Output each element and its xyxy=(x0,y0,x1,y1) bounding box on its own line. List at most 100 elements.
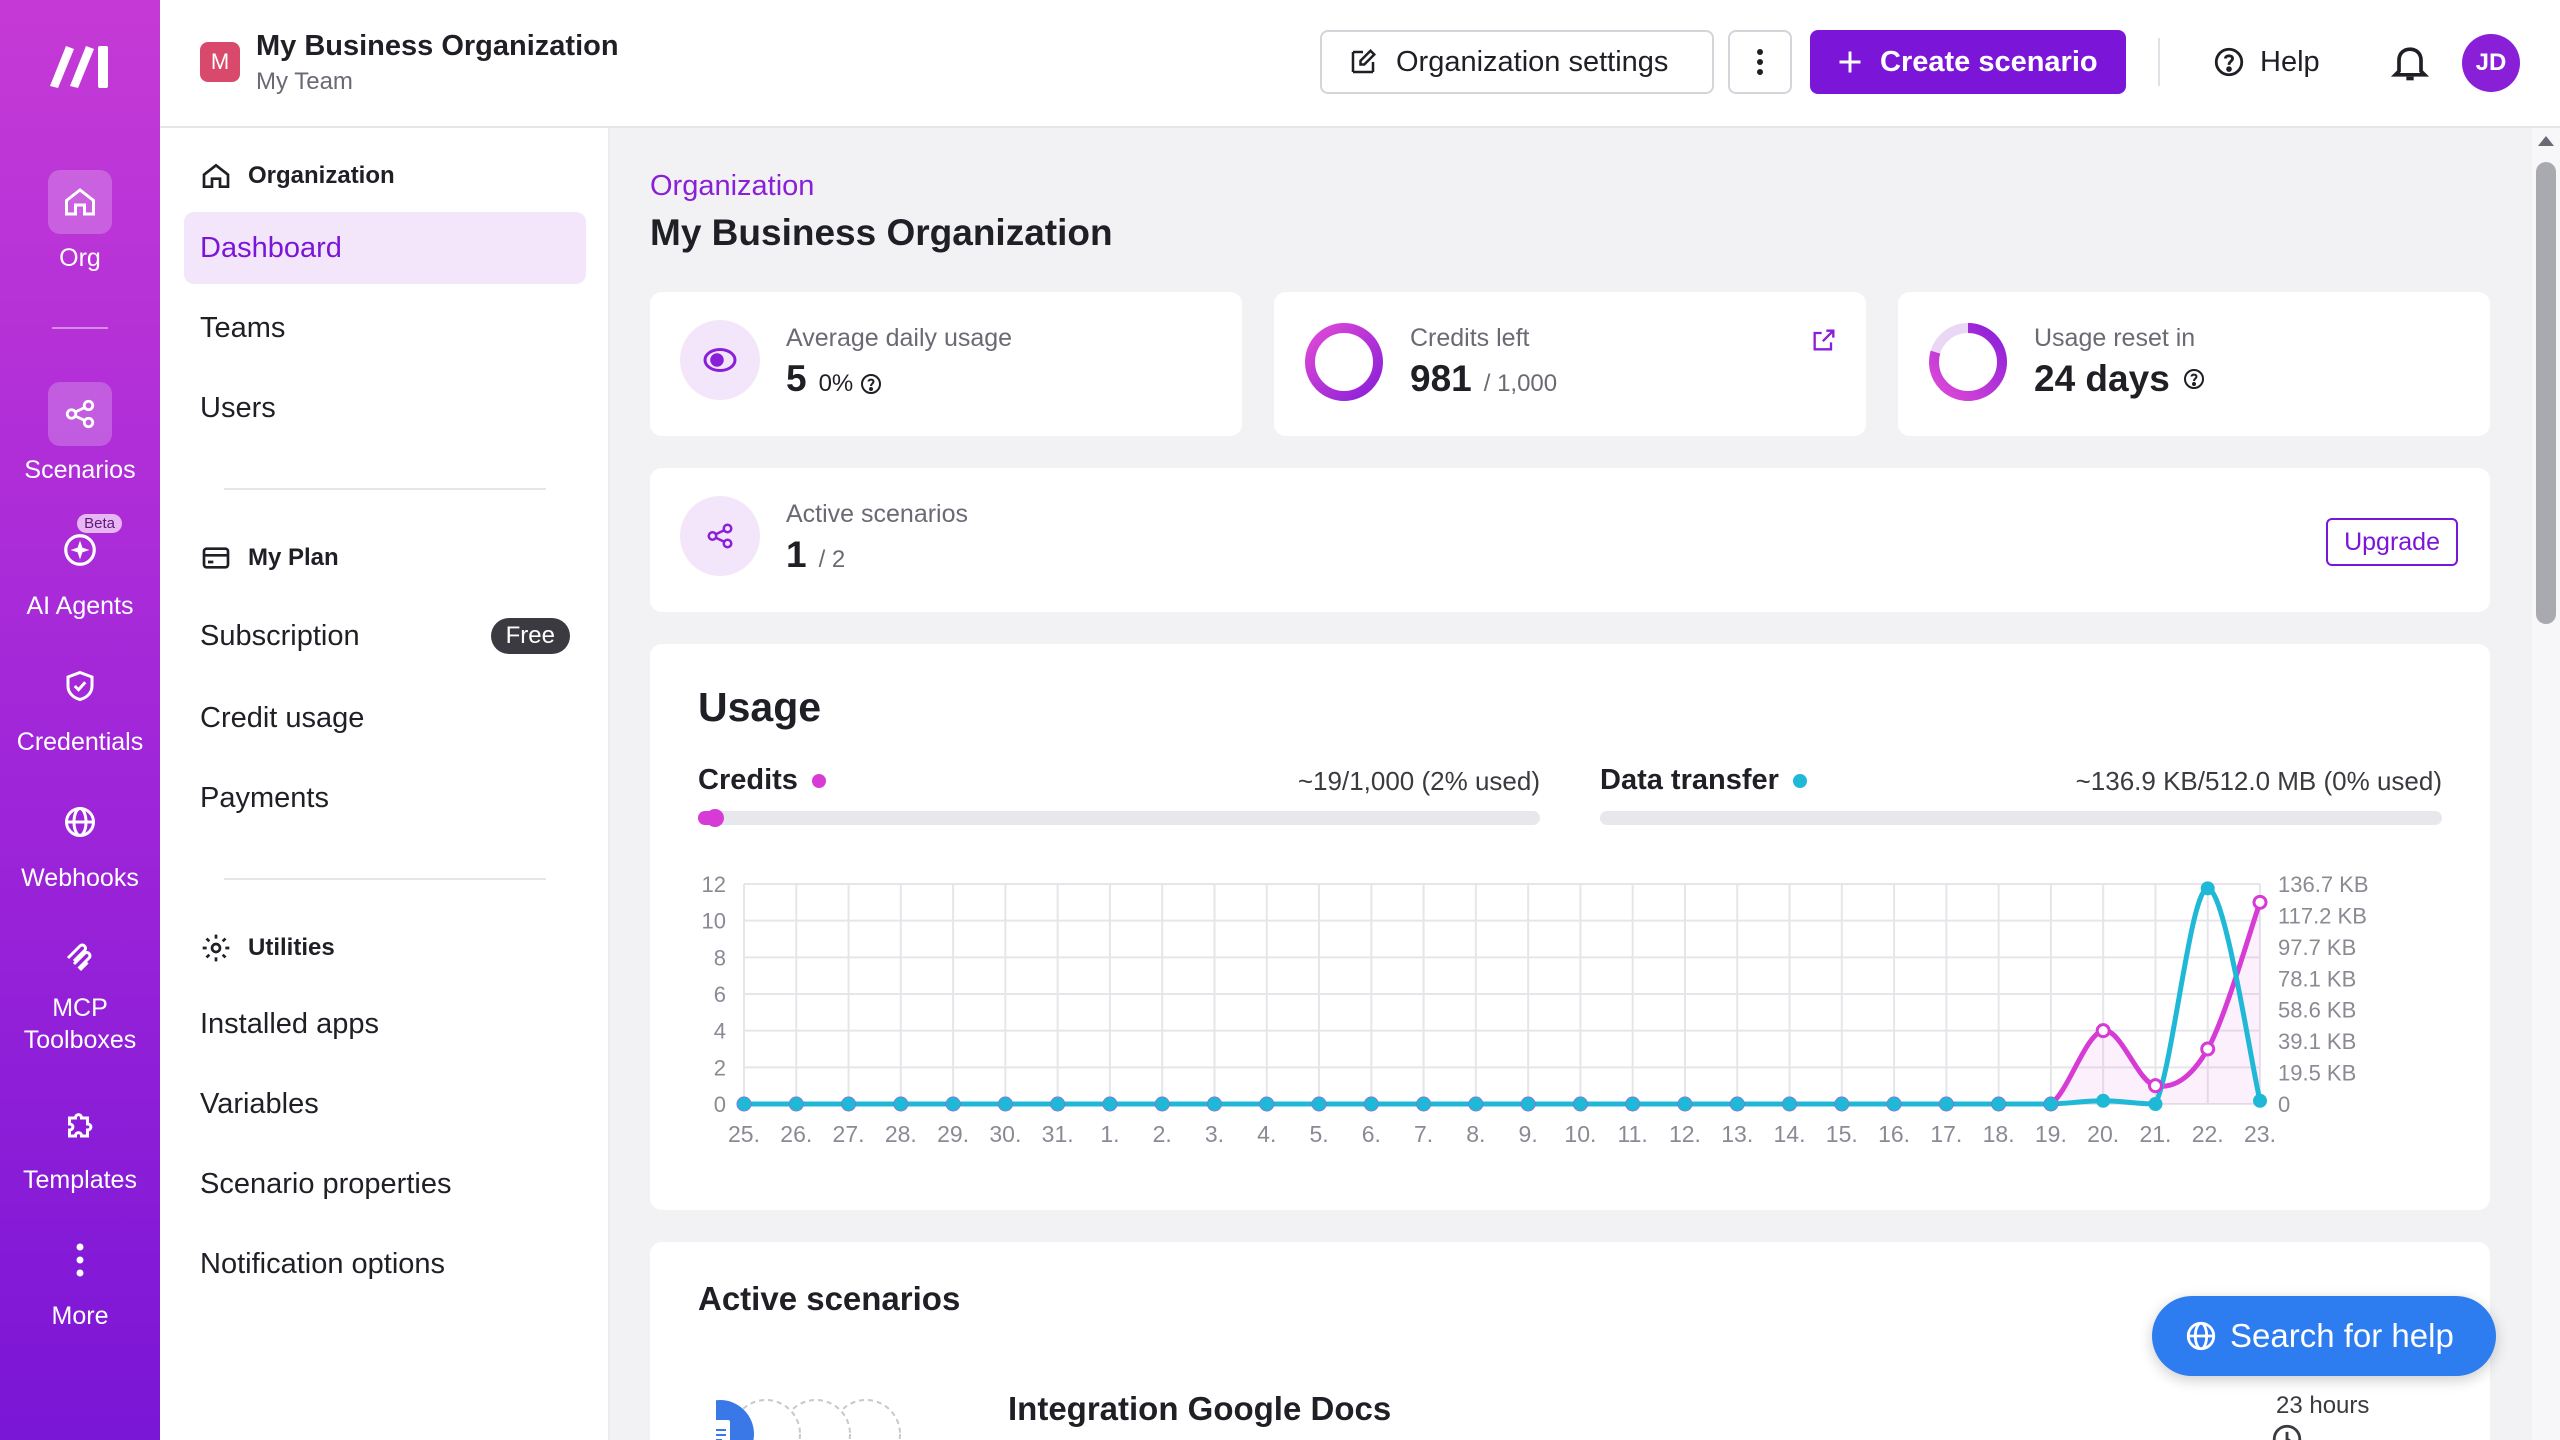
chart-y-tick-left: 2 xyxy=(714,1055,726,1080)
data-transfer-point xyxy=(1364,1097,1379,1111)
data-transfer-point xyxy=(1468,1097,1483,1111)
chart-x-tick: 7. xyxy=(1414,1121,1433,1144)
stat-value: 1 / 2 xyxy=(786,534,845,576)
user-avatar[interactable]: JD xyxy=(2462,34,2520,92)
chart-y-tick-left: 0 xyxy=(714,1092,726,1117)
chart-x-tick: 6. xyxy=(1362,1121,1381,1144)
chart-y-tick-right: 19.5 KB xyxy=(2278,1061,2356,1086)
data-transfer-point xyxy=(1834,1097,1849,1111)
stat-label: Credits left xyxy=(1410,324,1530,352)
scenario-name[interactable]: Integration Google Docs xyxy=(1008,1390,1391,1428)
section-title: My Plan xyxy=(248,544,339,571)
stat-label: Average daily usage xyxy=(786,324,1013,352)
plus-icon xyxy=(1839,51,1861,73)
scenario-app-icons[interactable] xyxy=(716,1390,956,1440)
clock-icon xyxy=(2272,1424,2302,1440)
rail-item-label: Credentials xyxy=(16,728,144,756)
external-link-icon[interactable] xyxy=(1810,326,1838,354)
data-transfer-point xyxy=(2200,881,2215,896)
sidebar-item-dashboard[interactable]: Dashboard xyxy=(184,212,586,284)
credits-left-value: 981 xyxy=(1410,358,1472,399)
sidebar-item-credit-usage[interactable]: Credit usage xyxy=(184,682,586,754)
data-transfer-point xyxy=(1102,1097,1117,1111)
rail-item-mcp-toolboxes[interactable]: MCP Toolboxes xyxy=(0,926,160,1056)
chart-y-tick-left: 4 xyxy=(714,1019,726,1044)
help-circle-icon[interactable] xyxy=(2182,367,2206,391)
data-transfer-point xyxy=(1887,1097,1902,1111)
sidebar-item-teams[interactable]: Teams xyxy=(184,292,586,364)
organization-settings-button[interactable]: Organization settings xyxy=(1320,30,1714,94)
credit-card-icon xyxy=(202,547,230,569)
usage-chart: 0 2 4 6 8 10 12 25. 26. 27. 28. 29. 30. 31. 1. 2. 3. 4. 5.… xyxy=(702,872,2369,1144)
section-title: Organization xyxy=(248,162,395,189)
rail-item-templates[interactable]: Templates xyxy=(0,1092,160,1196)
breadcrumb[interactable]: Organization xyxy=(650,170,814,203)
data-transfer-point xyxy=(1573,1097,1588,1111)
chart-x-tick: 18. xyxy=(1983,1121,2015,1144)
stat-card-usage-reset: Usage reset in 24 days xyxy=(1898,292,2490,436)
rail-divider xyxy=(52,327,108,329)
chart-x-tick: 14. xyxy=(1774,1121,1806,1144)
stat-value: 5 0% xyxy=(786,358,883,400)
chart-x-tick: 2. xyxy=(1153,1121,1172,1144)
globe-icon xyxy=(2186,1321,2216,1351)
scroll-up-arrow-icon[interactable] xyxy=(2538,136,2554,146)
upgrade-button[interactable]: Upgrade xyxy=(2326,518,2458,566)
share-icon xyxy=(680,496,760,576)
sidebar: Organization Dashboard Teams Users My Pl… xyxy=(160,128,610,1440)
rail-item-org[interactable]: Org xyxy=(0,170,160,274)
rail-item-more[interactable]: More xyxy=(0,1228,160,1332)
data-transfer-point xyxy=(737,1097,751,1111)
credits-point xyxy=(2095,1023,2111,1039)
main-scrollbar[interactable] xyxy=(2532,128,2560,1440)
stat-value: 981 / 1,000 xyxy=(1410,358,1557,400)
gear-icon xyxy=(202,934,230,962)
chart-y-tick-right: 39.1 KB xyxy=(2278,1029,2356,1054)
scroll-thumb[interactable] xyxy=(2536,162,2556,624)
chart-y-tick-left: 12 xyxy=(702,872,726,897)
credits-point xyxy=(2252,894,2268,910)
data-transfer-point xyxy=(2148,1097,2163,1111)
header-more-button[interactable] xyxy=(1728,30,1792,94)
bell-icon[interactable] xyxy=(2388,40,2432,84)
rail-item-label: Templates xyxy=(23,1166,137,1194)
sidebar-item-variables[interactable]: Variables xyxy=(184,1068,586,1140)
sidebar-item-label: Subscription xyxy=(200,619,360,652)
page-title: My Business Organization xyxy=(650,212,1113,253)
data-transfer-point xyxy=(2043,1097,2058,1111)
sidebar-item-subscription[interactable]: Subscription Free xyxy=(184,600,586,672)
chart-y-tick-left: 8 xyxy=(714,945,726,970)
help-circle-icon[interactable] xyxy=(859,372,883,396)
rail-item-ai-agents[interactable]: Beta AI Agents xyxy=(0,514,160,622)
help-button[interactable]: Help xyxy=(2212,36,2320,88)
sidebar-item-scenario-properties[interactable]: Scenario properties xyxy=(184,1148,586,1220)
credits-area xyxy=(744,902,2260,1104)
help-circle-icon xyxy=(2214,47,2244,77)
usage-title: Usage xyxy=(698,684,822,730)
credits-point xyxy=(2147,1078,2163,1094)
org-avatar[interactable]: M xyxy=(200,42,240,82)
rail-item-credentials[interactable]: Credentials xyxy=(0,654,160,758)
credits-series-line xyxy=(744,901,2263,1107)
search-for-help-button[interactable]: Search for help xyxy=(2152,1296,2496,1376)
credits-summary: ~19/1,000 (2% used) xyxy=(1297,766,1540,796)
sidebar-item-payments[interactable]: Payments xyxy=(184,762,586,834)
chart-x-tick: 26. xyxy=(780,1121,812,1144)
sidebar-item-notification-options[interactable]: Notification options xyxy=(184,1228,586,1300)
create-scenario-button[interactable]: Create scenario xyxy=(1810,30,2126,94)
sidebar-item-installed-apps[interactable]: Installed apps xyxy=(184,988,586,1060)
make-logo-icon[interactable] xyxy=(48,40,112,90)
home-icon xyxy=(48,170,112,234)
share-icon xyxy=(48,382,112,446)
meter-name-text: Credits xyxy=(698,764,798,796)
org-name[interactable]: My Business Organization xyxy=(256,30,619,63)
rail-item-scenarios[interactable]: Scenarios xyxy=(0,382,160,486)
rail-item-webhooks[interactable]: Webhooks xyxy=(0,790,160,894)
data-transfer-point xyxy=(841,1097,856,1111)
eye-icon xyxy=(680,320,760,400)
chart-x-tick: 29. xyxy=(937,1121,969,1144)
sparkle-icon: Beta xyxy=(48,514,122,582)
data-transfer-point xyxy=(946,1097,961,1111)
shield-icon xyxy=(48,654,112,718)
sidebar-item-users[interactable]: Users xyxy=(184,372,586,444)
